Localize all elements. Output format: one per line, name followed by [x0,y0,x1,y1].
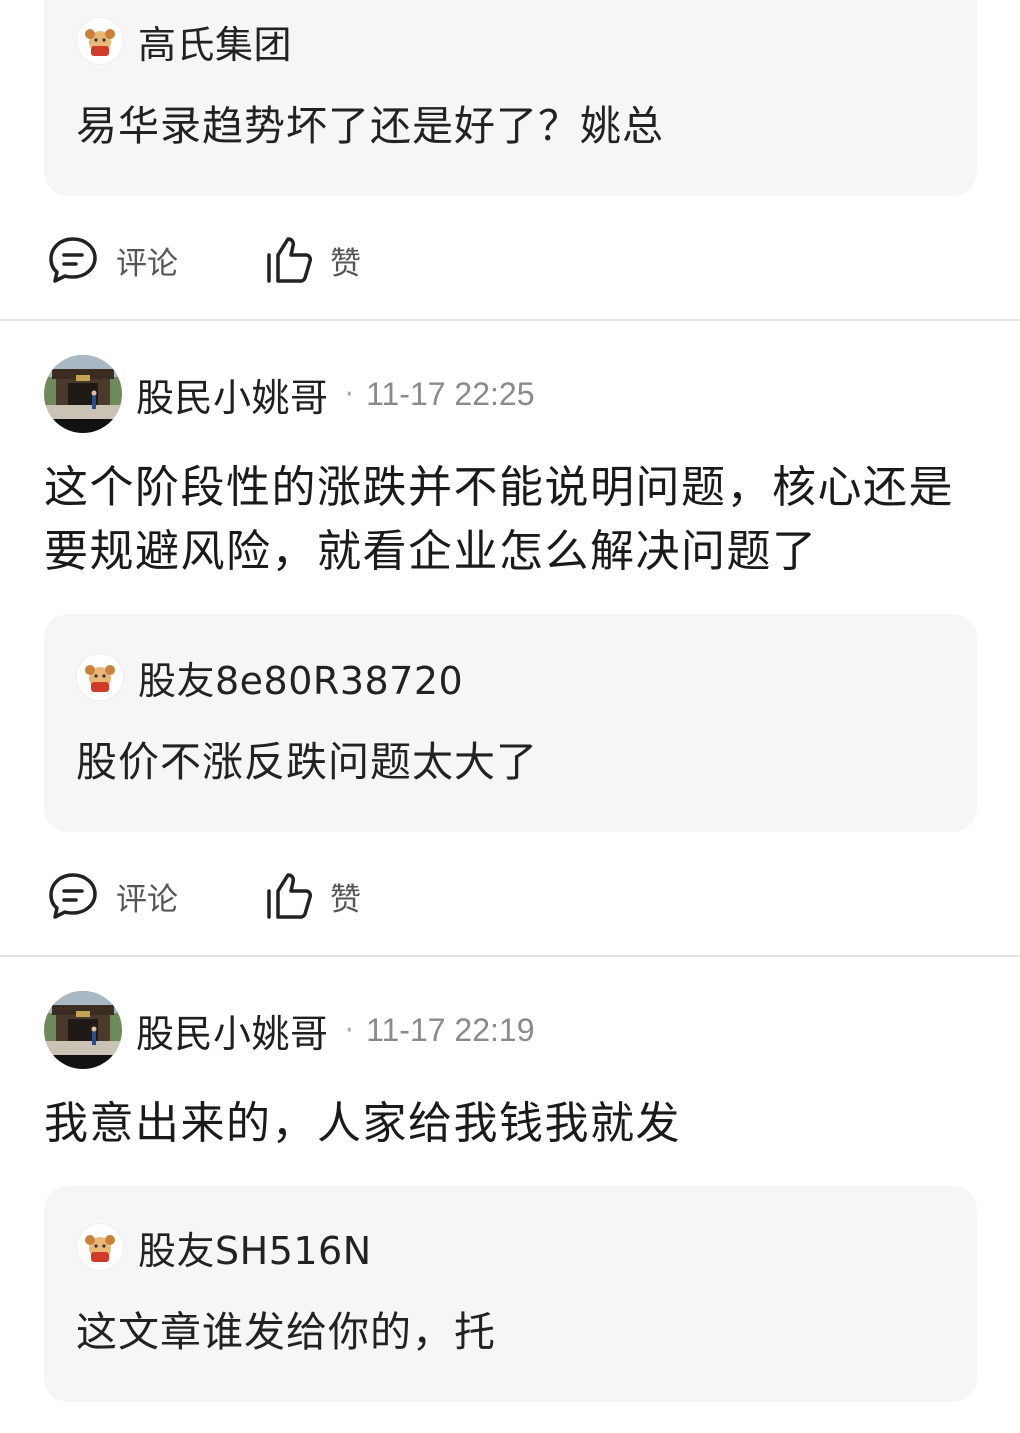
comment-button[interactable]: 评论 [48,868,178,924]
reply-text: 这文章谁发给你的，托 [76,1308,496,1356]
reply-quote-box[interactable]: 高氏集团 易华录趋势坏了还是好了？姚总 [44,0,977,196]
thumbs-up-icon [267,237,312,283]
post-actions: 评论 赞 [48,232,448,288]
meta-separator: · [344,1012,355,1048]
thumbs-up-icon [267,873,312,919]
like-label: 赞 [330,245,361,282]
author-name[interactable]: 股民小姚哥 [136,367,329,422]
reply-user-name[interactable]: 股友8e80R38720 [138,650,463,705]
reply-user-name[interactable]: 高氏集团 [138,14,292,69]
author-name[interactable]: 股民小姚哥 [136,1003,329,1058]
reply-quote-box[interactable]: 股友8e80R38720 股价不涨反跌问题太大了 [44,614,977,832]
comment-label: 评论 [116,881,178,918]
comment-feed: 高氏集团 易华录趋势坏了还是好了？姚总 评论 赞 股民小姚哥 · 11-17 2… [0,0,1020,1433]
avatar[interactable] [44,991,122,1069]
like-button[interactable]: 赞 [264,868,361,924]
post-header: 股民小姚哥 · 11-17 22:25 [44,354,535,434]
post-text: 我意出来的，人家给我钱我就发 [44,1098,681,1149]
post-time: 11-17 22:19 [366,1011,535,1048]
post-text: 这个阶段性的涨跌并不能说明问题，核心还是要规避风险，就看企业怎么解决问题了 [44,462,954,577]
avatar[interactable] [44,355,122,433]
comment-label: 评论 [116,245,178,282]
reply-quote-box[interactable]: 股友SH516N 这文章谁发给你的，托 [44,1186,977,1402]
post-header: 股民小姚哥 · 11-17 22:19 [44,990,535,1070]
like-label: 赞 [330,881,361,918]
item-divider [0,955,1020,957]
item-divider [0,319,1020,321]
reply-text: 股价不涨反跌问题太大了 [76,738,538,786]
like-button[interactable]: 赞 [264,232,361,288]
comment-bubble-icon [49,237,97,283]
reply-user-name[interactable]: 股友SH516N [138,1220,372,1275]
meta-separator: · [344,376,355,412]
comment-bubble-icon [49,873,97,919]
reply-text: 易华录趋势坏了还是好了？姚总 [76,102,664,150]
mascot-avatar-icon[interactable] [76,1223,124,1271]
mascot-avatar-icon[interactable] [76,17,124,65]
comment-button[interactable]: 评论 [48,232,178,288]
mascot-avatar-icon[interactable] [76,653,124,701]
post-time: 11-17 22:25 [366,375,535,412]
post-actions: 评论 赞 [48,868,448,924]
